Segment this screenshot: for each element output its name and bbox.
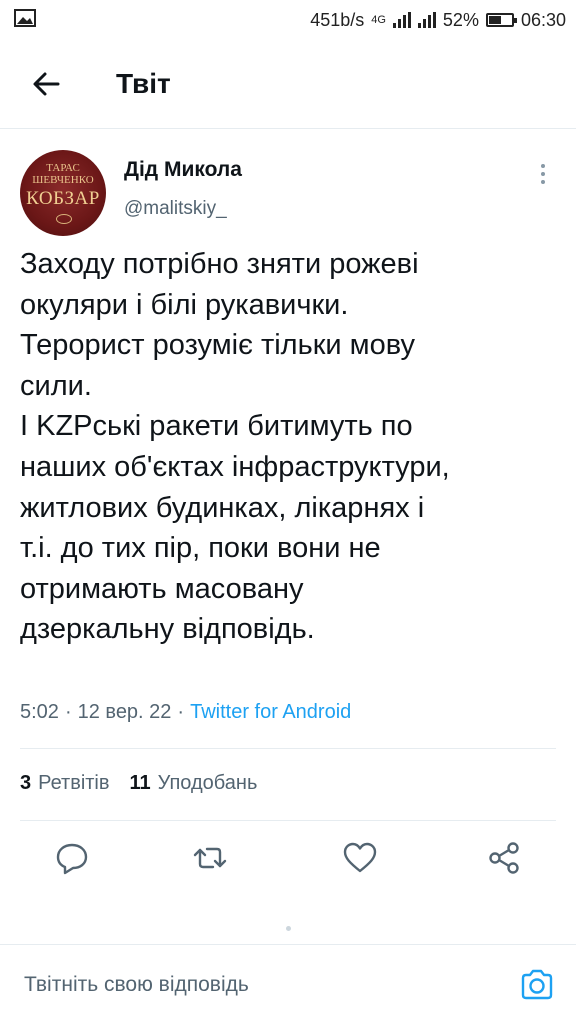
- reply-icon[interactable]: [54, 840, 90, 876]
- like-icon[interactable]: [342, 840, 378, 876]
- retweets-count[interactable]: 3: [20, 772, 31, 795]
- battery-percent: 52%: [442, 9, 479, 30]
- tweet-source-link[interactable]: Twitter for Android: [190, 701, 351, 724]
- tweet-date: 12 вер. 22: [77, 701, 172, 723]
- tweet-text-line: Заходу потрібно зняти рожеві: [20, 248, 419, 280]
- tweet-text: Заходу потрібно зняти рожеві окуляри і б…: [20, 244, 550, 650]
- author-handle[interactable]: @malitskiy_: [124, 198, 227, 220]
- signal-icon: [392, 12, 411, 28]
- back-arrow-icon[interactable]: [28, 66, 64, 102]
- signal-icon-2: [417, 12, 436, 28]
- tweet-text-line: сили.: [20, 369, 92, 402]
- status-bar-right: 451b/s 4G 52% 06:30: [310, 10, 566, 31]
- likes-count[interactable]: 11: [130, 772, 151, 795]
- avatar[interactable]: ТАРАС ШЕВЧЕНКО КОБЗАР: [20, 150, 106, 236]
- tweet-text-line: т.і. до тих пір, поки вони не: [20, 532, 381, 565]
- reply-input[interactable]: Твітніть свою відповідь: [24, 973, 249, 997]
- scroll-indicator: [286, 926, 291, 931]
- page-title: Твіт: [116, 68, 171, 99]
- avatar-ornament: [56, 214, 72, 224]
- tweet-meta: 5:02 · 12 вер. 22 · Twitter for Android: [20, 701, 351, 724]
- tweet-text-line: І KZPські ракети битимуть по: [20, 410, 413, 443]
- reply-bar: Твітніть свою відповідь: [0, 944, 576, 1025]
- tweet-text-line: отримають масовану: [20, 572, 304, 605]
- avatar-text-top: ТАРАС ШЕВЧЕНКО: [32, 162, 94, 186]
- share-icon[interactable]: [486, 840, 522, 876]
- retweets-label[interactable]: Ретвітів: [38, 772, 109, 795]
- divider: [20, 748, 556, 749]
- clock: 06:30: [520, 9, 566, 30]
- more-vertical-icon[interactable]: [530, 160, 556, 190]
- status-bar: 451b/s 4G 52% 06:30: [0, 0, 576, 40]
- tweet-text-line: дзеркальну відповідь.: [20, 613, 315, 646]
- tweet-text-line: Терорист розуміє тільки мову: [20, 329, 415, 362]
- author-name[interactable]: Дід Микола: [124, 158, 242, 182]
- tweet-text-line: житлових будинках, лікарнях і: [20, 491, 425, 524]
- tweet-time: 5:02: [20, 701, 59, 723]
- retweet-icon[interactable]: [192, 840, 228, 876]
- camera-icon[interactable]: [519, 967, 555, 1003]
- avatar-text-main: КОБЗАР: [26, 188, 100, 209]
- tweet-stats: 3 Ретвітів 11 Уподобань: [20, 772, 277, 795]
- separator: ·: [177, 701, 185, 723]
- network-type: 4G: [371, 14, 386, 26]
- divider: [20, 820, 556, 821]
- network-speed: 451b/s: [310, 9, 365, 30]
- tweet-text-line: окуляри і білі рукавички.: [20, 288, 349, 321]
- likes-label[interactable]: Уподобань: [158, 772, 258, 795]
- separator: ·: [64, 701, 72, 723]
- tweet-text-line: наших об'єктах інфраструктури,: [20, 450, 450, 483]
- gallery-notification-icon: [14, 8, 36, 32]
- app-bar: Твіт: [0, 40, 576, 129]
- battery-icon: [485, 13, 517, 27]
